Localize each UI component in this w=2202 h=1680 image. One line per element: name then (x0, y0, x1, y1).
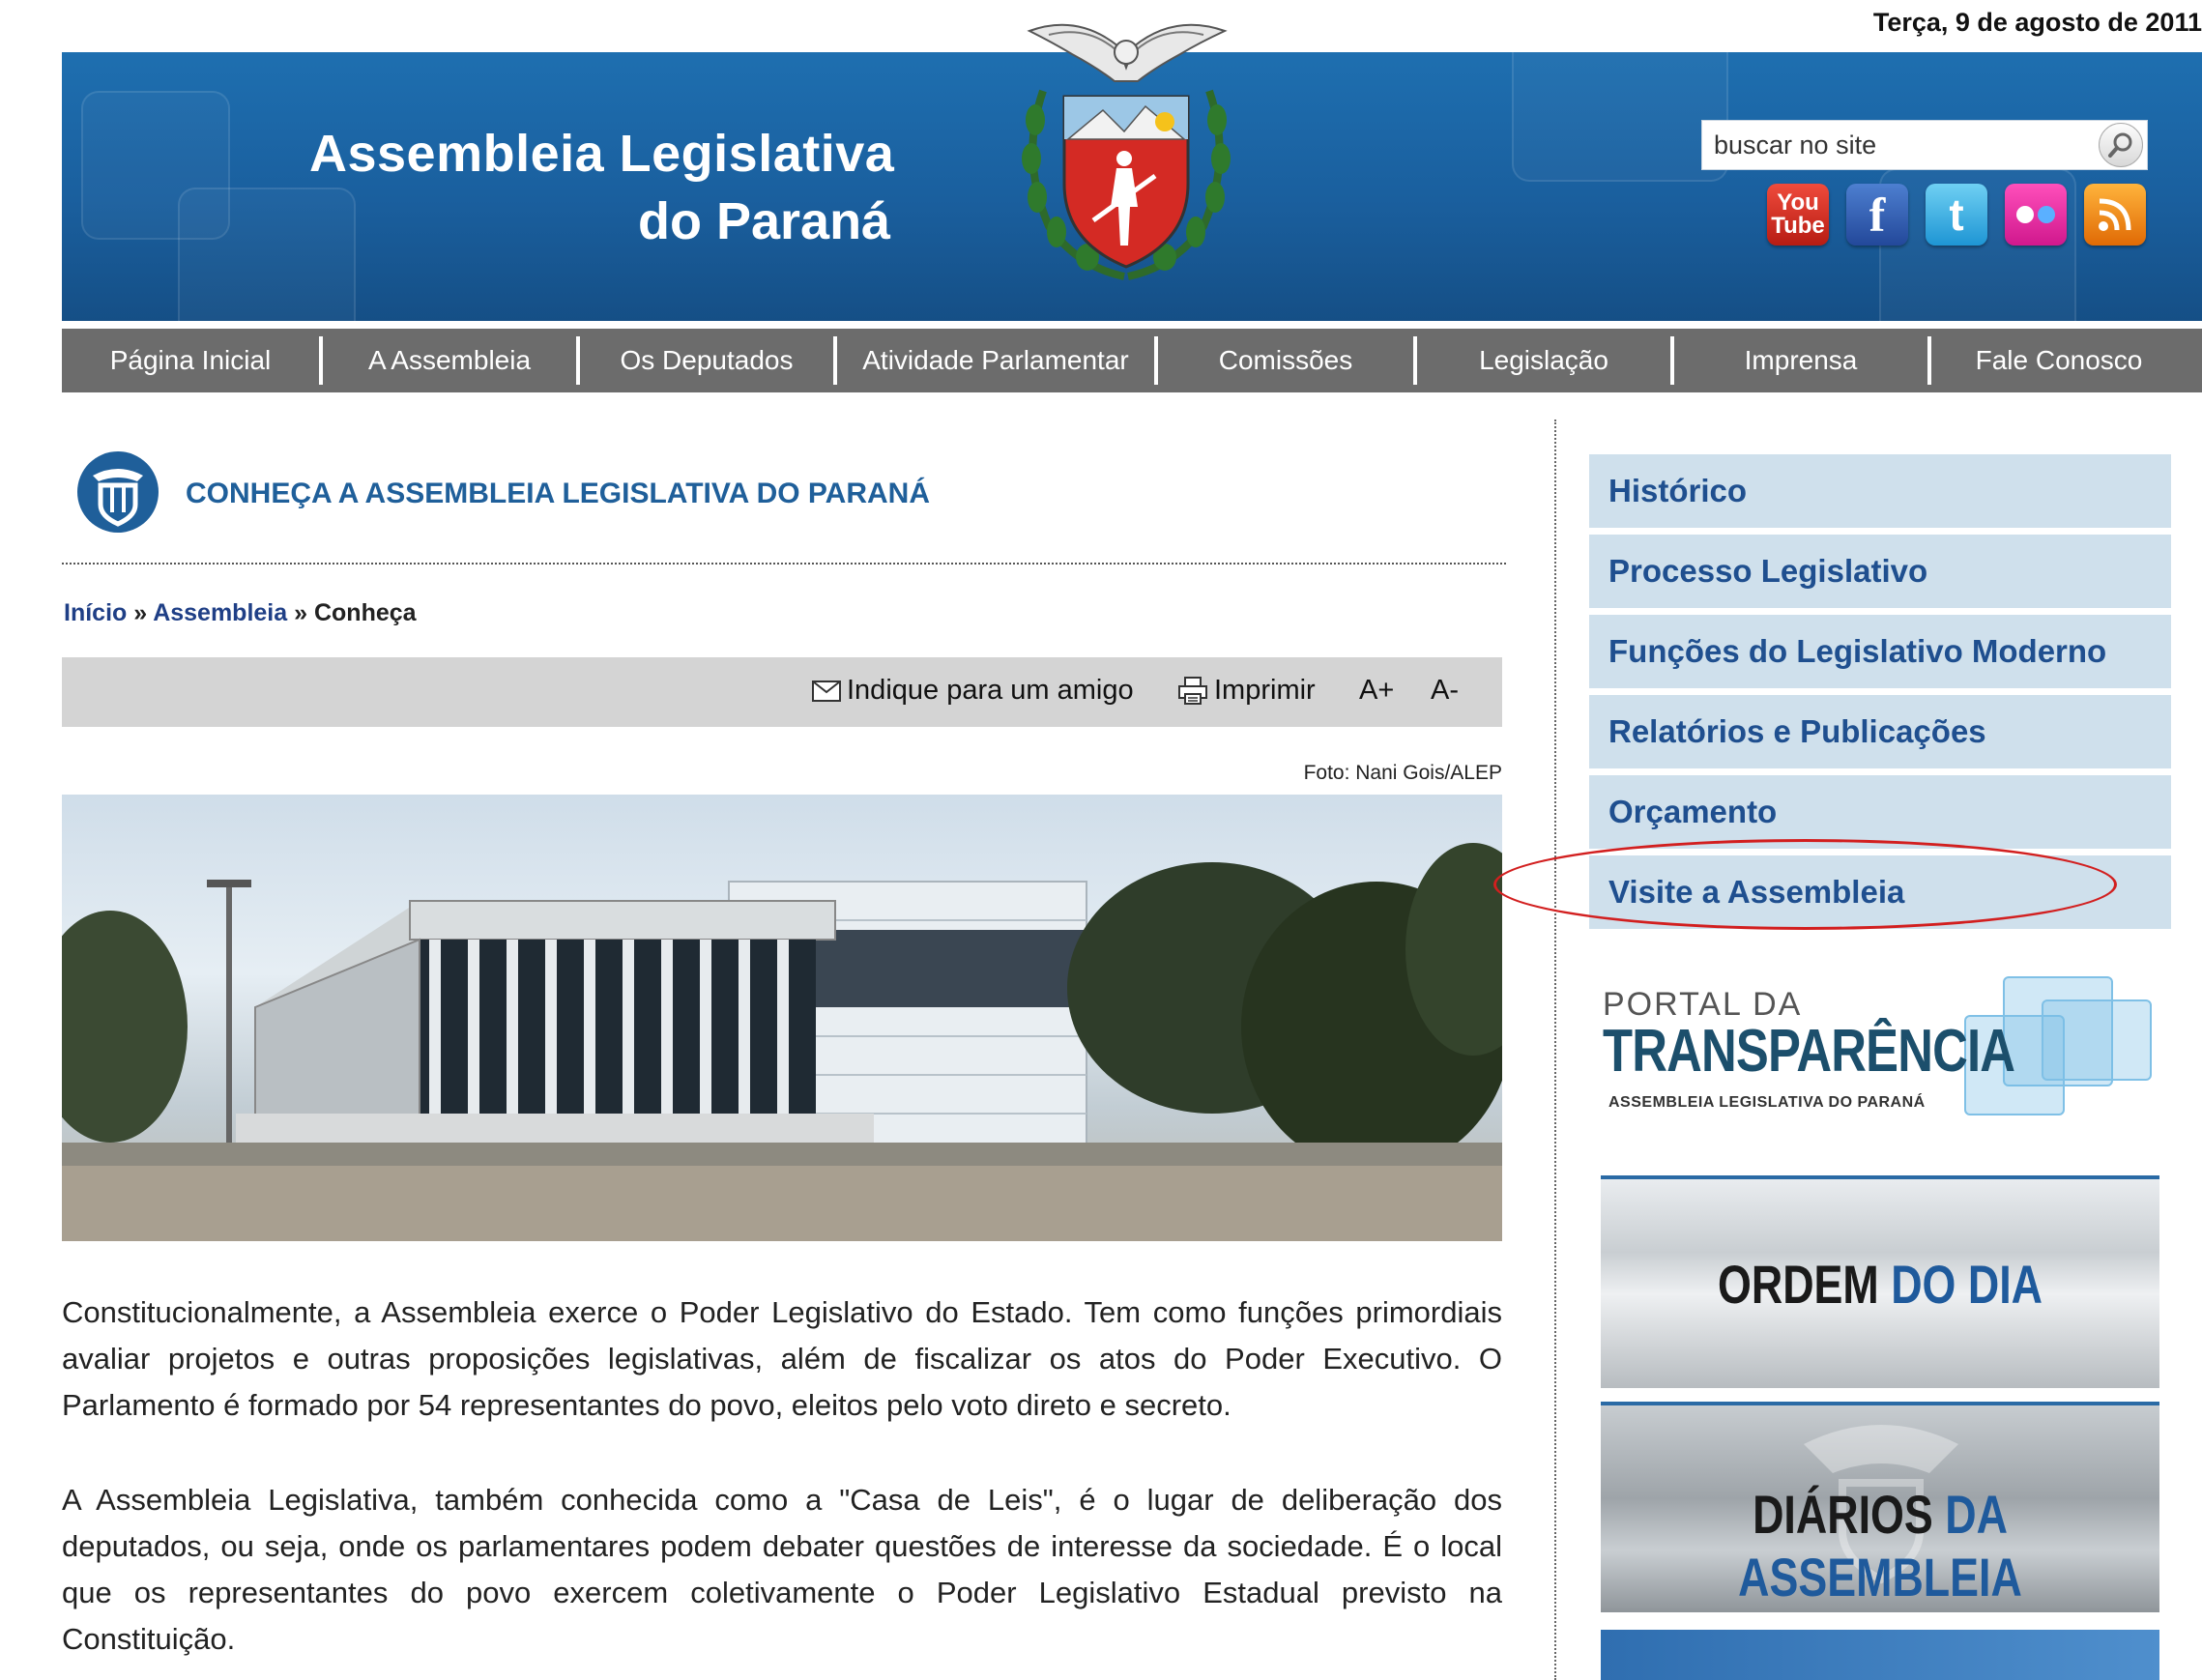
nav-item-atividade-parlamentar[interactable]: Atividade Parlamentar (837, 329, 1154, 392)
photo-credit: Foto: Nani Gois/ALEP (1303, 762, 1502, 784)
main-nav: Página Inicial A Assembleia Os Deputados… (62, 329, 2202, 392)
page-title: CONHEÇA A ASSEMBLEIA LEGISLATIVA DO PARA… (186, 478, 931, 509)
nav-item-comissoes[interactable]: Comissões (1158, 329, 1413, 392)
sidebar-item-relatorios-publicacoes[interactable]: Relatórios e Publicações (1589, 695, 2171, 768)
column-divider (1554, 420, 1556, 1680)
ordem-label: ORDEM (1717, 1254, 1879, 1315)
youtube-you-label: You (1777, 189, 1819, 216)
parana-coat-of-arms-icon[interactable] (1010, 14, 1242, 294)
ordem-do-dia-title: ORDEM DO DIA (1657, 1253, 2103, 1316)
printer-icon (1178, 676, 1207, 705)
article-toolbar: Indique para um amigo Imprimir A+ A- (62, 657, 1502, 727)
header-deco (1512, 52, 1728, 182)
email-friend-label: Indique para um amigo (847, 675, 1134, 706)
sidebar-item-funcoes-legislativo[interactable]: Funções do Legislativo Moderno (1589, 615, 2171, 688)
sidebar-item-processo-legislativo[interactable]: Processo Legislativo (1589, 535, 2171, 608)
portal-label-2: TRANSPARÊNCIA (1603, 1018, 2015, 1085)
print-button[interactable]: Imprimir (1177, 675, 1316, 707)
assembleia-seal-icon (77, 451, 159, 533)
sidebar-item-orcamento[interactable]: Orçamento (1589, 775, 2171, 849)
flickr-icon[interactable] (2005, 184, 2067, 246)
nav-item-legislacao[interactable]: Legislação (1417, 329, 1670, 392)
portal-label-3: ASSEMBLEIA LEGISLATIVA DO PARANÁ (1608, 1094, 1926, 1111)
twitter-icon[interactable]: t (1926, 184, 1987, 246)
facebook-icon[interactable]: f (1846, 184, 1908, 246)
breadcrumb-current: Conheça (313, 599, 417, 626)
breadcrumb-separator: » (294, 599, 308, 626)
print-label: Imprimir (1214, 675, 1316, 706)
highlight-annotation (1493, 839, 2117, 930)
search-box (1701, 120, 2148, 170)
current-date: Terça, 9 de agosto de 2011 (1872, 8, 2202, 37)
flickr-dots-icon (2016, 206, 2055, 223)
rss-feed-icon (2099, 198, 2131, 231)
article-paragraph: Constitucionalmente, a Assembleia exerce… (62, 1295, 1502, 1422)
site-title-line2[interactable]: do Paraná (638, 191, 890, 251)
nav-item-os-deputados[interactable]: Os Deputados (580, 329, 833, 392)
twitter-label: t (1949, 189, 1964, 240)
ordem-do-dia-banner[interactable]: ORDEM DO DIA (1601, 1175, 2159, 1388)
title-divider (62, 563, 1506, 565)
magnifier-icon (2108, 132, 2132, 158)
youtube-tube-label: Tube (1771, 213, 1825, 239)
nav-item-pagina-inicial[interactable]: Página Inicial (62, 329, 319, 392)
envelope-icon (812, 680, 841, 702)
breadcrumb-home[interactable]: Início (64, 599, 127, 626)
nav-item-a-assembleia[interactable]: A Assembleia (323, 329, 576, 392)
portal-deco (2042, 999, 2152, 1081)
sidebar-item-historico[interactable]: Histórico (1589, 454, 2171, 528)
search-input[interactable] (1712, 127, 2083, 163)
font-increase-button[interactable]: A+ (1359, 675, 1394, 707)
diarios-assembleia-banner[interactable]: DIÁRIOS DA ASSEMBLEIA (1601, 1402, 2159, 1612)
breadcrumb-section[interactable]: Assembleia (153, 599, 287, 626)
youtube-icon[interactable]: You Tube (1767, 184, 1829, 246)
diarios-label: DIÁRIOS (1753, 1484, 1933, 1545)
facebook-label: f (1869, 188, 1886, 242)
portal-transparencia-banner[interactable]: PORTAL DA TRANSPARÊNCIA ASSEMBLEIA LEGIS… (1597, 967, 2167, 1131)
email-friend-button[interactable]: Indique para um amigo (812, 675, 1134, 707)
breadcrumb-separator: » (133, 599, 148, 626)
diarios-title: DIÁRIOS DA ASSEMBLEIA (1657, 1483, 2103, 1608)
header-deco (178, 188, 356, 321)
building-illustration (62, 843, 1502, 1241)
rss-icon[interactable] (2084, 184, 2146, 246)
assembleia-building-photo (62, 795, 1502, 1241)
breadcrumb: Início » Assembleia » Conheça (64, 599, 417, 627)
next-banner-partial[interactable] (1601, 1630, 2159, 1680)
article-paragraph: A Assembleia Legislativa, também conheci… (62, 1483, 1502, 1656)
nav-item-imprensa[interactable]: Imprensa (1674, 329, 1927, 392)
site-title-line1[interactable]: Assembleia Legislativa (309, 124, 894, 184)
font-decrease-button[interactable]: A- (1431, 675, 1459, 707)
do-dia-label: DO DIA (1891, 1254, 2043, 1315)
nav-item-fale-conosco[interactable]: Fale Conosco (1931, 329, 2187, 392)
search-button[interactable] (2099, 123, 2143, 167)
